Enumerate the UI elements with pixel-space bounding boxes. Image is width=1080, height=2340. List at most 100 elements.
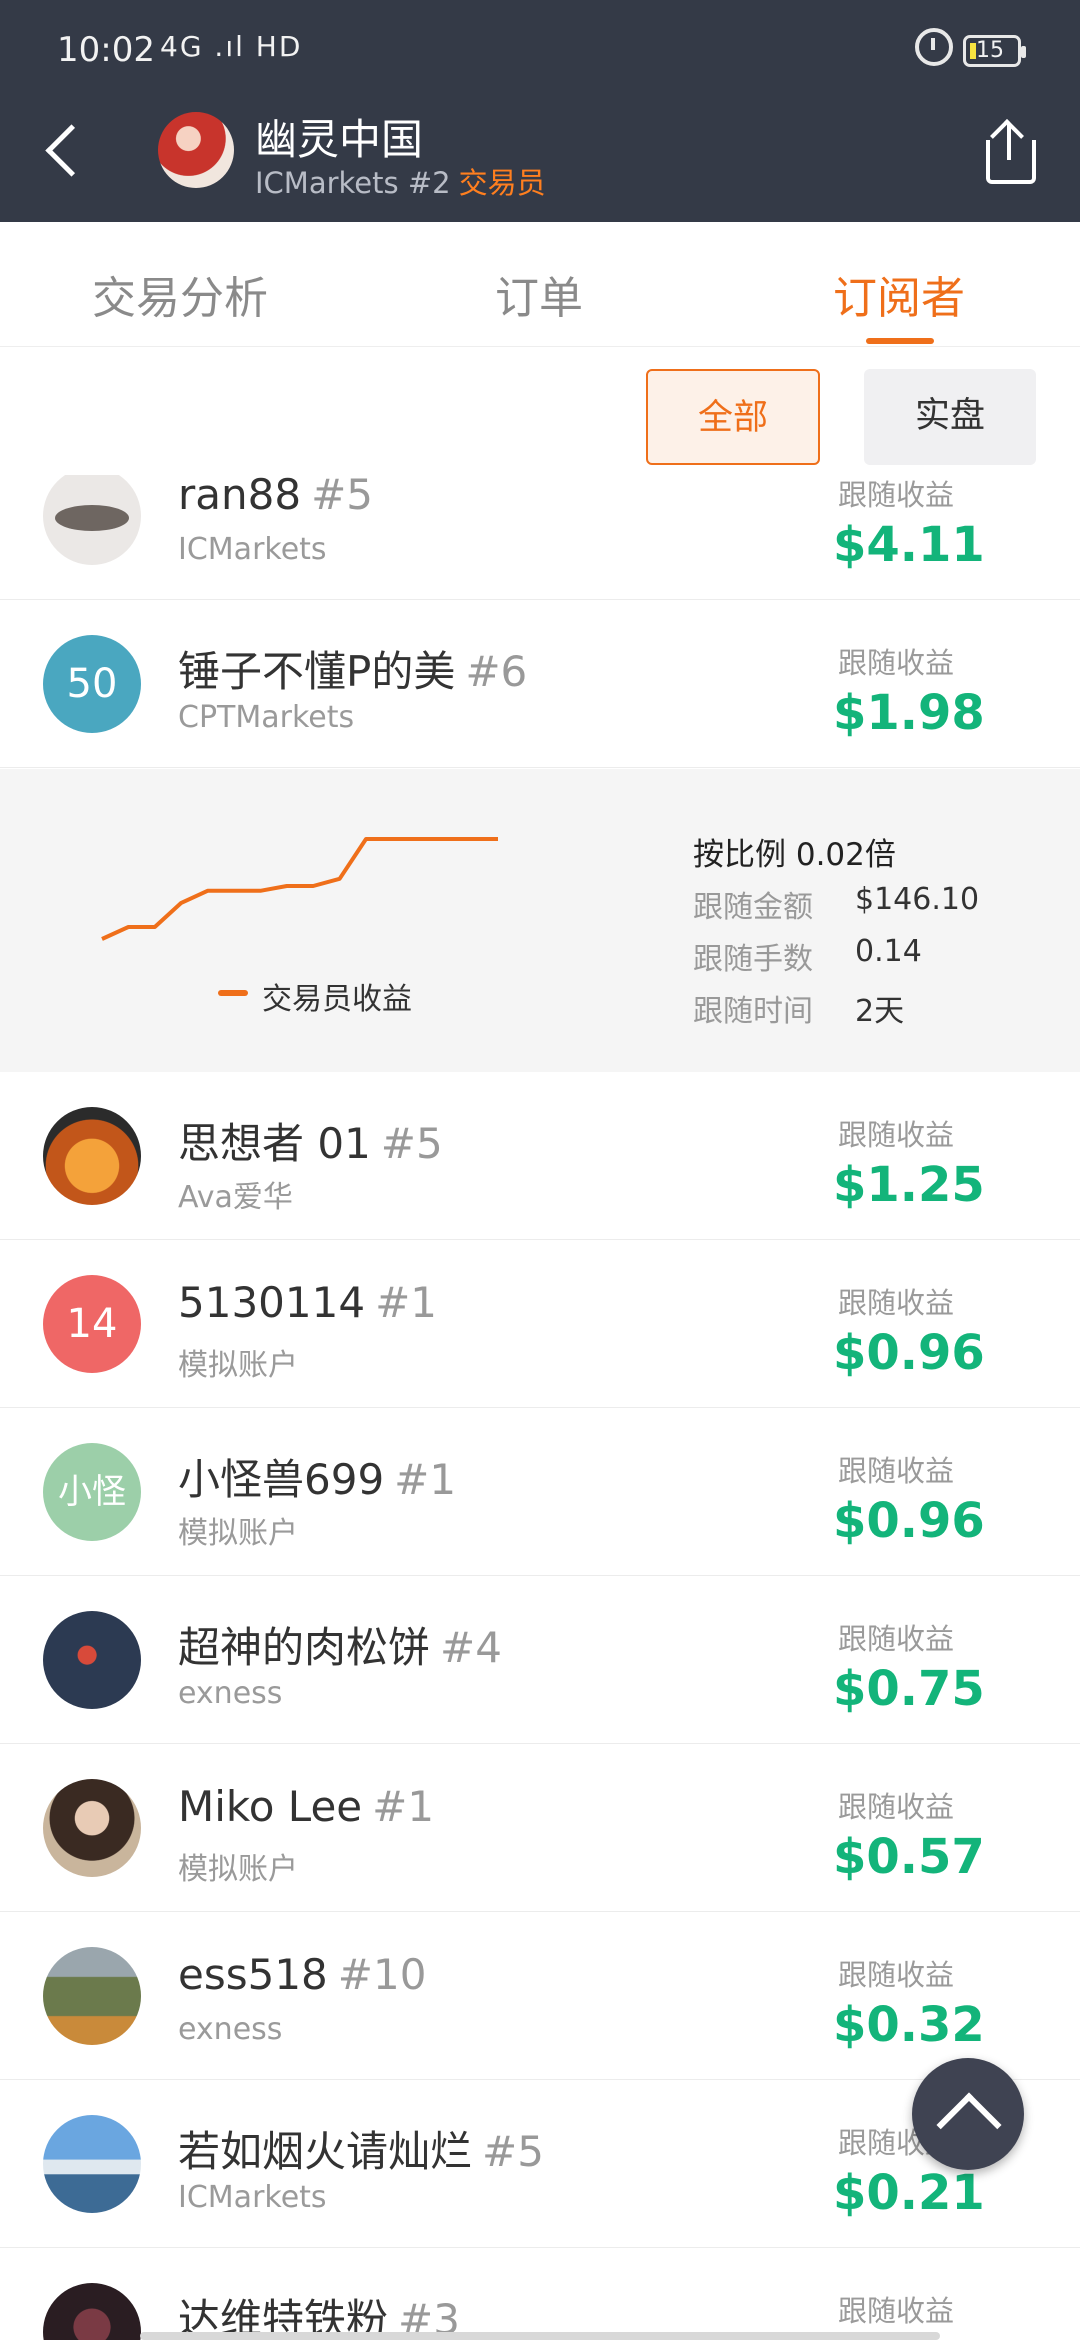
- profit-value: $0.96: [833, 1493, 985, 1549]
- subscriber-broker: exness: [178, 1676, 283, 1711]
- avatar: 14: [43, 1275, 141, 1373]
- tab-orders[interactable]: 订单: [495, 262, 583, 326]
- follow-time-label: 跟随时间: [693, 994, 813, 1029]
- subscriber-name: ran88: [178, 475, 302, 519]
- follow-ratio: 按比例 0.02倍: [693, 837, 896, 873]
- profit-value: $4.11: [833, 517, 985, 573]
- avatar: [43, 2115, 141, 2213]
- list-item[interactable]: ran88 #5 ICMarkets 跟随收益 $4.11: [0, 475, 1080, 600]
- list-item[interactable]: 小怪 小怪兽699 #1 模拟账户 跟随收益 $0.96: [0, 1408, 1080, 1576]
- subscriber-broker: ICMarkets: [178, 2180, 327, 2215]
- avatar: [43, 1779, 141, 1877]
- battery-icon: 15: [963, 35, 1026, 67]
- status-bar: 10:02 4G .ıl HD 15: [0, 0, 1080, 100]
- subscriber-detail-panel: 交易员收益 按比例 0.02倍 跟随金额 $146.10 跟随手数 0.14 跟随时…: [0, 769, 1080, 1072]
- filter-all-button[interactable]: 全部: [646, 369, 820, 465]
- profit-value: $0.75: [833, 1661, 985, 1717]
- profit-label: 跟随收益: [838, 1118, 955, 1152]
- trader-profit-line: [101, 837, 498, 941]
- subscriber-name: 锤子不懂P的美: [178, 647, 456, 696]
- follow-lots-row: 跟随手数 0.14: [693, 934, 922, 978]
- profit-label: 跟随收益: [838, 1958, 955, 1992]
- subscriber-rank: #4: [440, 1623, 502, 1672]
- subscriber-name: 小怪兽699: [178, 1455, 385, 1504]
- trader-avatar[interactable]: [158, 112, 234, 188]
- top-bar: 10:02 4G .ıl HD 15 幽灵中国 ICMarkets #2 交易员: [0, 0, 1080, 222]
- subscriber-broker: exness: [178, 2012, 283, 2047]
- tab-indicator: [866, 338, 934, 344]
- avatar: 小怪: [43, 1443, 141, 1541]
- subscriber-rank: #10: [337, 1950, 427, 1999]
- subscriber-broker: CPTMarkets: [178, 700, 355, 735]
- list-item[interactable]: 思想者 01 #5 Ava爱华 跟随收益 $1.25: [0, 1072, 1080, 1240]
- avatar: [43, 1107, 141, 1205]
- follow-lots-value: 0.14: [855, 934, 922, 969]
- profit-trend-chart: [101, 837, 498, 941]
- trader-role: 交易员: [458, 166, 546, 200]
- profit-value: $0.21: [833, 2165, 985, 2221]
- share-icon: [990, 119, 1024, 153]
- profit-value: $0.96: [833, 1325, 985, 1381]
- follow-time-row: 跟随时间 2天: [693, 986, 904, 1030]
- subscriber-rank: #1: [372, 1782, 435, 1831]
- profit-value: $0.32: [833, 1997, 985, 2053]
- profit-label: 跟随收益: [838, 1286, 955, 1320]
- avatar: 50: [43, 635, 141, 733]
- list-item[interactable]: 达维特铁粉 #3 跟随收益: [0, 2248, 1080, 2340]
- subscriber-rank: #6: [465, 647, 528, 696]
- subscriber-name: 思想者 01: [178, 1119, 371, 1168]
- alarm-icon: [915, 28, 953, 66]
- subscriber-name: 5130114: [178, 1278, 366, 1327]
- tab-subscribers[interactable]: 订阅者: [833, 262, 965, 326]
- list-item[interactable]: 14 5130114 #1 模拟账户 跟随收益 $0.96: [0, 1240, 1080, 1408]
- share-button[interactable]: [978, 112, 1042, 188]
- trader-subtitle: ICMarkets #2 交易员: [255, 160, 546, 202]
- subscriber-broker: 模拟账户: [178, 1852, 298, 1887]
- subscriber-list[interactable]: ran88 #5 ICMarkets 跟随收益 $4.11 50 锤子不懂P的美 #…: [0, 475, 1080, 2340]
- subscriber-broker: 模拟账户: [178, 1516, 298, 1551]
- home-indicator[interactable]: [140, 2332, 940, 2340]
- avatar: [43, 475, 141, 565]
- subscriber-name: 若如烟火请灿烂: [178, 2127, 473, 2176]
- subscriber-rank: #5: [482, 2127, 544, 2176]
- profit-value: $0.57: [833, 1829, 985, 1885]
- subscriber-name: ess518: [178, 1950, 328, 1999]
- subscriber-name: Miko Lee: [178, 1782, 363, 1831]
- back-button[interactable]: [35, 115, 95, 185]
- profit-label: 跟随收益: [838, 1454, 955, 1488]
- signal-icon: 4G .ıl HD: [160, 30, 303, 63]
- profit-value: $1.98: [833, 685, 985, 741]
- subscriber-broker: 模拟账户: [178, 1348, 298, 1383]
- legend-swatch: [218, 990, 248, 996]
- tab-analysis[interactable]: 交易分析: [92, 262, 268, 326]
- subscriber-name: 超神的肉松饼: [178, 1623, 431, 1672]
- follow-lots-label: 跟随手数: [693, 942, 813, 977]
- follow-amount-row: 跟随金额 $146.10: [693, 882, 979, 926]
- filter-real-button[interactable]: 实盘: [864, 369, 1036, 465]
- follow-time-value: 2天: [855, 994, 905, 1029]
- follow-amount-value: $146.10: [855, 882, 980, 917]
- avatar: [43, 2283, 141, 2340]
- status-time: 10:02: [57, 30, 155, 70]
- subscriber-rank: #5: [380, 1119, 443, 1168]
- trader-broker: ICMarkets #2: [255, 166, 451, 200]
- subscriber-rank: #1: [394, 1455, 457, 1504]
- tab-bar: 交易分析 订单 订阅者: [0, 222, 1080, 347]
- avatar: [43, 1611, 141, 1709]
- profit-label: 跟随收益: [838, 646, 955, 680]
- list-item[interactable]: 超神的肉松饼 #4 exness 跟随收益 $0.75: [0, 1576, 1080, 1744]
- profit-label: 跟随收益: [838, 1790, 955, 1824]
- list-item[interactable]: Miko Lee #1 模拟账户 跟随收益 $0.57: [0, 1744, 1080, 1912]
- profit-label: 跟随收益: [838, 2294, 955, 2328]
- profit-label: 跟随收益: [838, 478, 955, 512]
- avatar: [43, 1947, 141, 2045]
- list-item[interactable]: 50 锤子不懂P的美 #6 CPTMarkets 跟随收益 $1.98: [0, 600, 1080, 768]
- subscriber-rank: #5: [311, 475, 373, 519]
- subscriber-broker: ICMarkets: [178, 532, 327, 567]
- profit-value: $1.25: [833, 1157, 985, 1213]
- scroll-top-button[interactable]: [912, 2058, 1024, 2170]
- profit-label: 跟随收益: [838, 1622, 955, 1656]
- subscriber-broker: Ava爱华: [178, 1180, 293, 1215]
- follow-amount-label: 跟随金额: [693, 890, 813, 925]
- list-item[interactable]: ess518 #10 exness 跟随收益 $0.32: [0, 1912, 1080, 2080]
